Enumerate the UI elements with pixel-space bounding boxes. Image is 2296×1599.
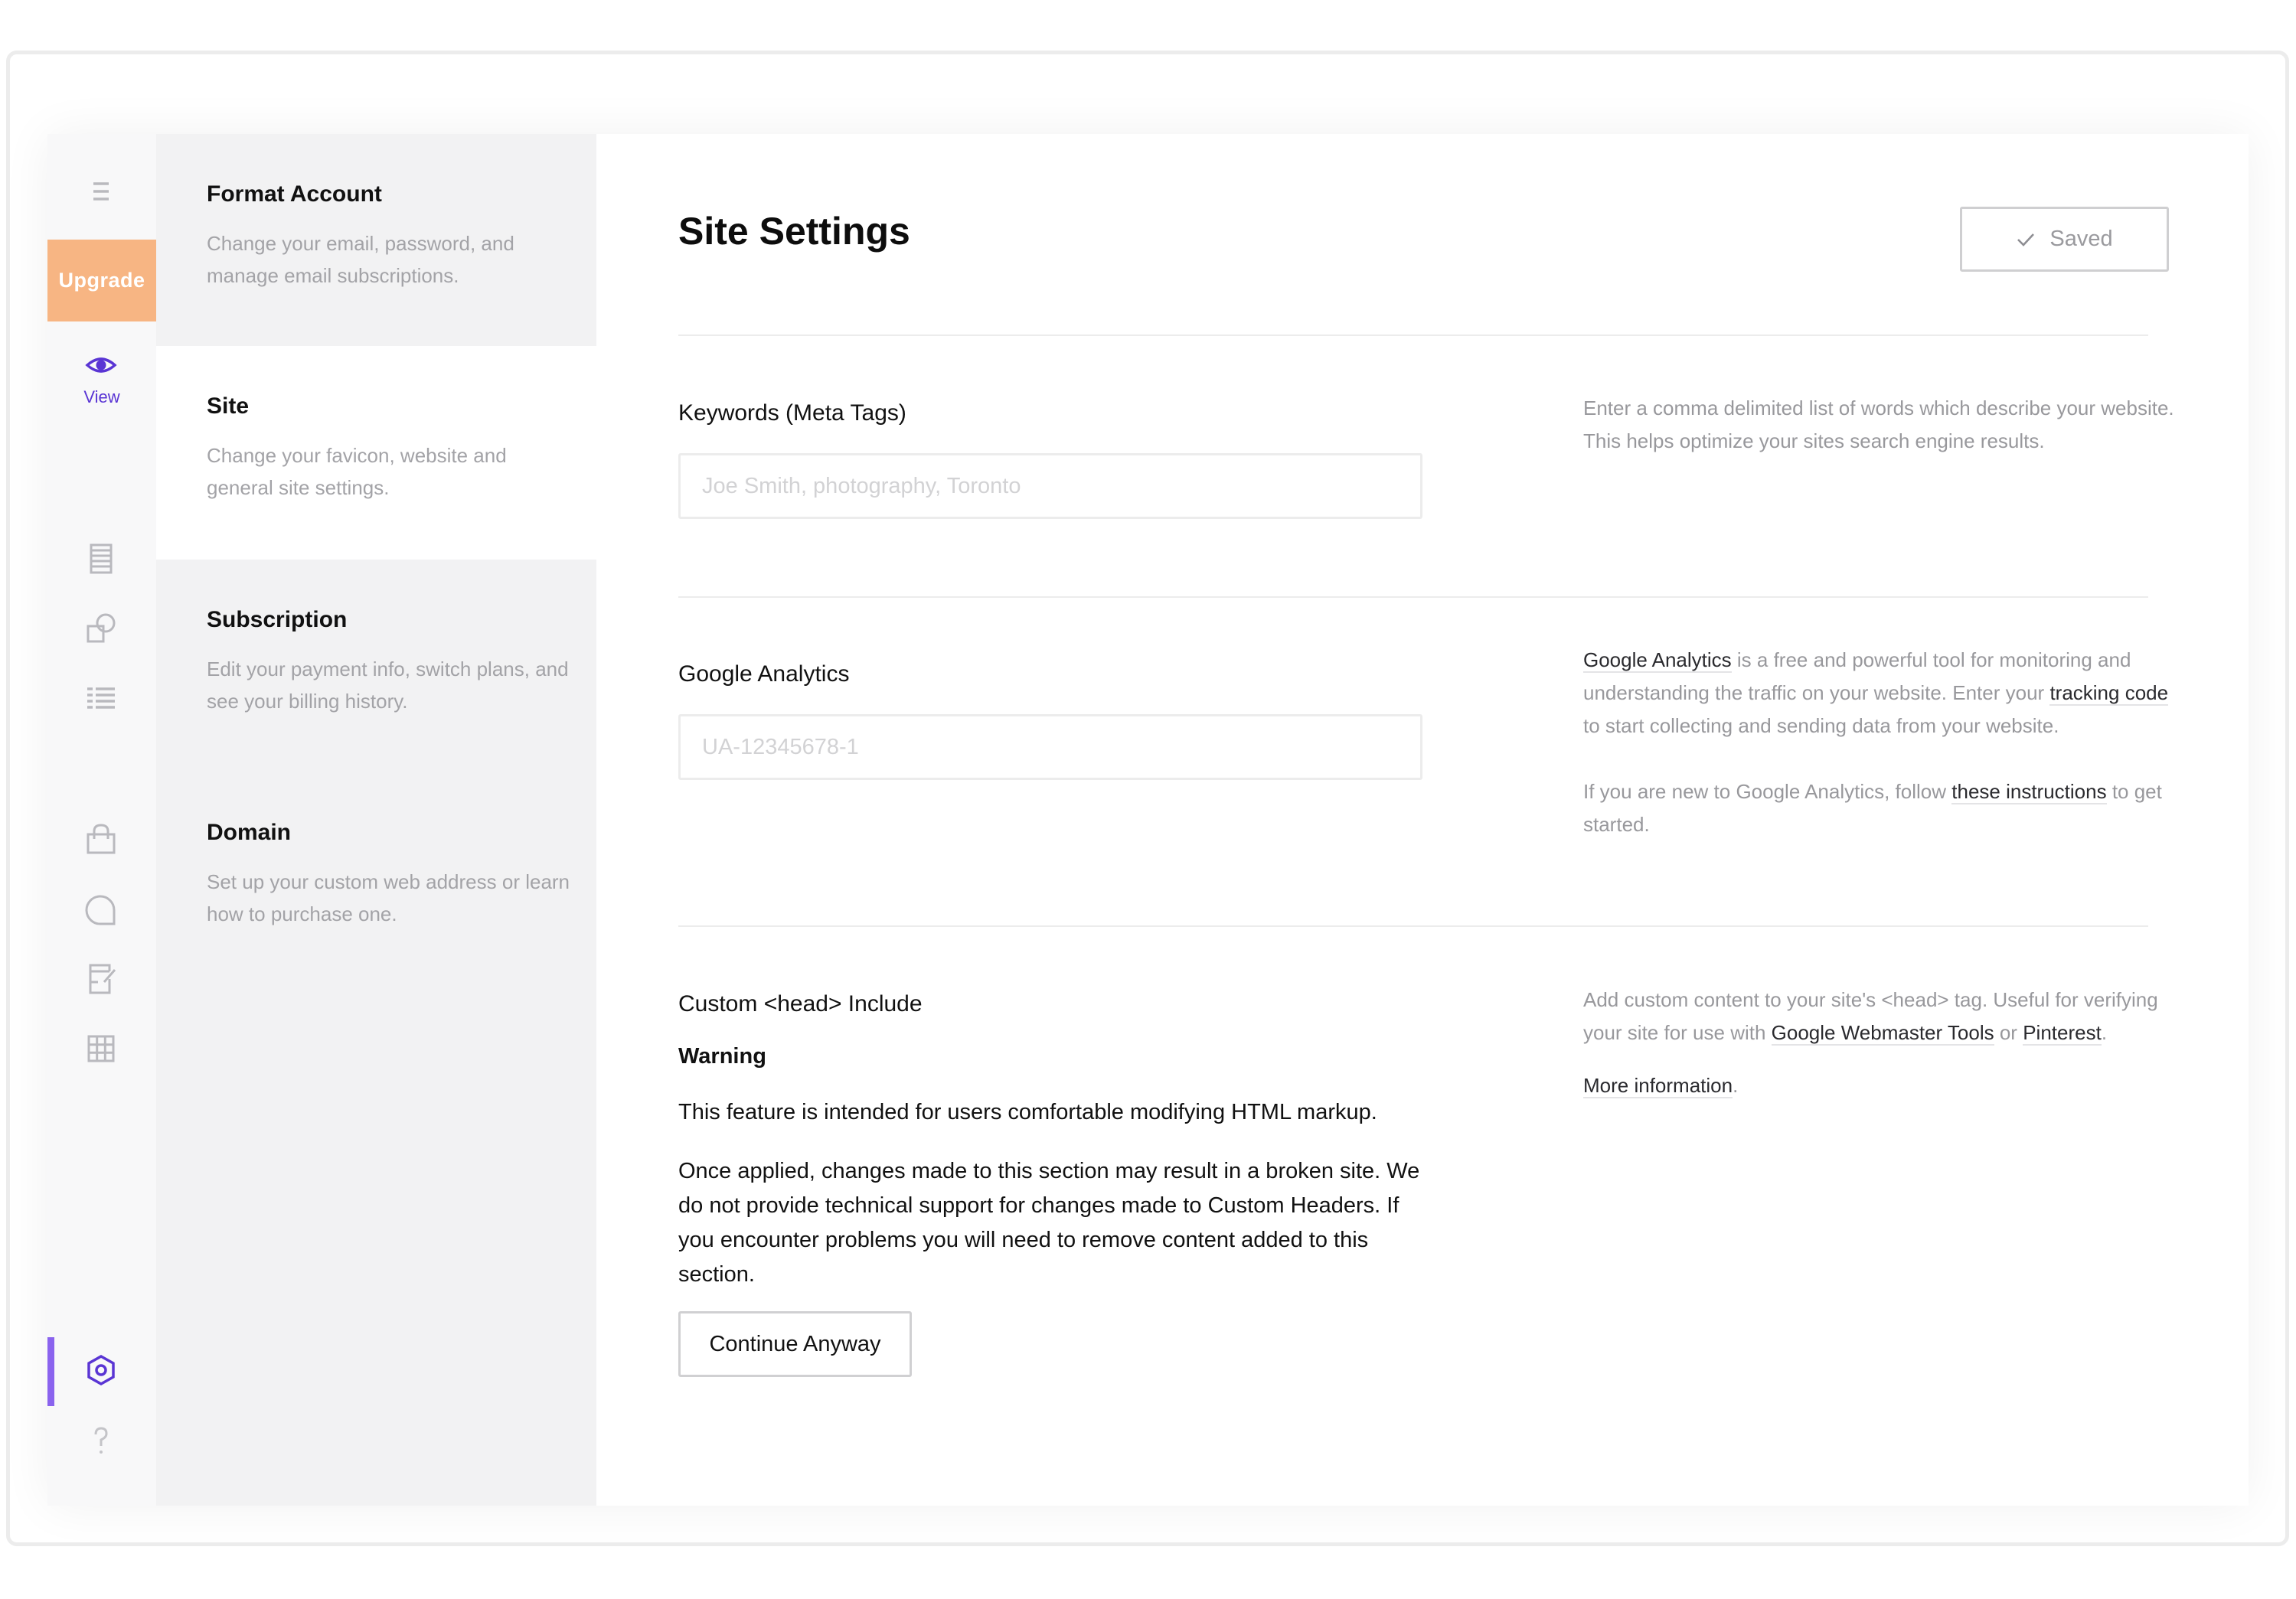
- icon-rail: Upgrade View: [47, 134, 156, 1506]
- analytics-input[interactable]: [678, 714, 1422, 780]
- settings-item-domain[interactable]: Domain Set up your custom web address or…: [156, 772, 596, 986]
- store-icon[interactable]: [83, 821, 119, 857]
- settings-item-title: Domain: [207, 820, 292, 845]
- divider: [678, 334, 2148, 336]
- menu-icon[interactable]: [83, 173, 119, 210]
- settings-item-title: Site: [207, 393, 250, 419]
- help-text: to start collecting and sending data fro…: [1583, 714, 2059, 737]
- pinterest-link[interactable]: Pinterest: [2023, 1021, 2102, 1046]
- settings-item-title: Subscription: [207, 607, 348, 632]
- blog-icon[interactable]: [83, 961, 119, 997]
- settings-item-format-account[interactable]: Format Account Change your email, passwo…: [156, 134, 596, 348]
- app-container: Upgrade View Format Account Change your …: [47, 134, 2249, 1506]
- divider: [678, 596, 2148, 598]
- warning-text-1: This feature is intended for users comfo…: [678, 1100, 1377, 1124]
- custom-head-help: Add custom content to your site's <head>…: [1583, 984, 2180, 1102]
- settings-item-description: Set up your custom web address or learn …: [207, 870, 570, 925]
- upgrade-button[interactable]: Upgrade: [47, 240, 156, 321]
- settings-item-description: Change your favicon, website and general…: [207, 444, 507, 499]
- keywords-label: Keywords (Meta Tags): [678, 400, 906, 426]
- check-icon: [2017, 233, 2035, 246]
- chat-icon[interactable]: [83, 892, 119, 928]
- settings-list: Format Account Change your email, passwo…: [156, 134, 596, 1506]
- analytics-label: Google Analytics: [678, 661, 850, 687]
- grid-icon[interactable]: [83, 1030, 119, 1067]
- view-label[interactable]: View: [47, 387, 156, 407]
- settings-item-subscription[interactable]: Subscription Edit your payment info, swi…: [156, 560, 596, 773]
- keywords-help-text: Enter a comma delimited list of words wh…: [1583, 396, 2174, 452]
- google-webmaster-tools-link[interactable]: Google Webmaster Tools: [1771, 1021, 1994, 1046]
- saved-button[interactable]: Saved: [1960, 207, 2169, 272]
- analytics-help: Google Analytics is a free and powerful …: [1583, 644, 2180, 841]
- active-indicator: [47, 1337, 54, 1406]
- more-information-link[interactable]: More information: [1583, 1074, 1733, 1098]
- view-button[interactable]: [83, 347, 119, 383]
- custom-head-label: Custom <head> Include: [678, 991, 923, 1017]
- analytics-help-p2: If you are new to Google Analytics, foll…: [1583, 775, 2180, 841]
- design-icon[interactable]: [83, 611, 119, 648]
- keywords-input[interactable]: [678, 453, 1422, 519]
- tracking-code-link[interactable]: tracking code: [2049, 681, 2169, 706]
- help-icon[interactable]: [83, 1422, 119, 1459]
- analytics-help-p1: Google Analytics is a free and powerful …: [1583, 644, 2180, 742]
- google-analytics-link[interactable]: Google Analytics: [1583, 648, 1732, 673]
- list-icon[interactable]: [83, 679, 119, 716]
- these-instructions-link[interactable]: these instructions: [1951, 780, 2107, 804]
- pages-icon[interactable]: [83, 540, 119, 577]
- custom-head-help-p1: Add custom content to your site's <head>…: [1583, 984, 2180, 1049]
- settings-item-description: Edit your payment info, switch plans, an…: [207, 658, 569, 713]
- settings-icon[interactable]: [83, 1352, 119, 1389]
- warning-title: Warning: [678, 1044, 766, 1069]
- settings-item-site[interactable]: Site Change your favicon, website and ge…: [156, 346, 596, 560]
- saved-label: Saved: [2049, 227, 2113, 251]
- keywords-help: Enter a comma delimited list of words wh…: [1583, 392, 2180, 458]
- settings-item-title: Format Account: [207, 181, 382, 207]
- help-text: or: [1994, 1021, 2023, 1044]
- help-text: If you are new to Google Analytics, foll…: [1583, 780, 1952, 803]
- custom-head-help-p2: More information.: [1583, 1069, 2180, 1102]
- warning-text-2: Once applied, changes made to this secti…: [678, 1159, 1420, 1287]
- continue-anyway-button[interactable]: Continue Anyway: [678, 1311, 912, 1377]
- help-text: .: [1733, 1074, 1739, 1097]
- page-title: Site Settings: [678, 210, 910, 253]
- eye-icon: [85, 357, 117, 373]
- main-content: Site Settings Saved Keywords (Meta Tags)…: [596, 134, 2249, 1506]
- help-text: .: [2101, 1021, 2108, 1044]
- settings-item-description: Change your email, password, and manage …: [207, 232, 514, 287]
- divider: [678, 925, 2148, 927]
